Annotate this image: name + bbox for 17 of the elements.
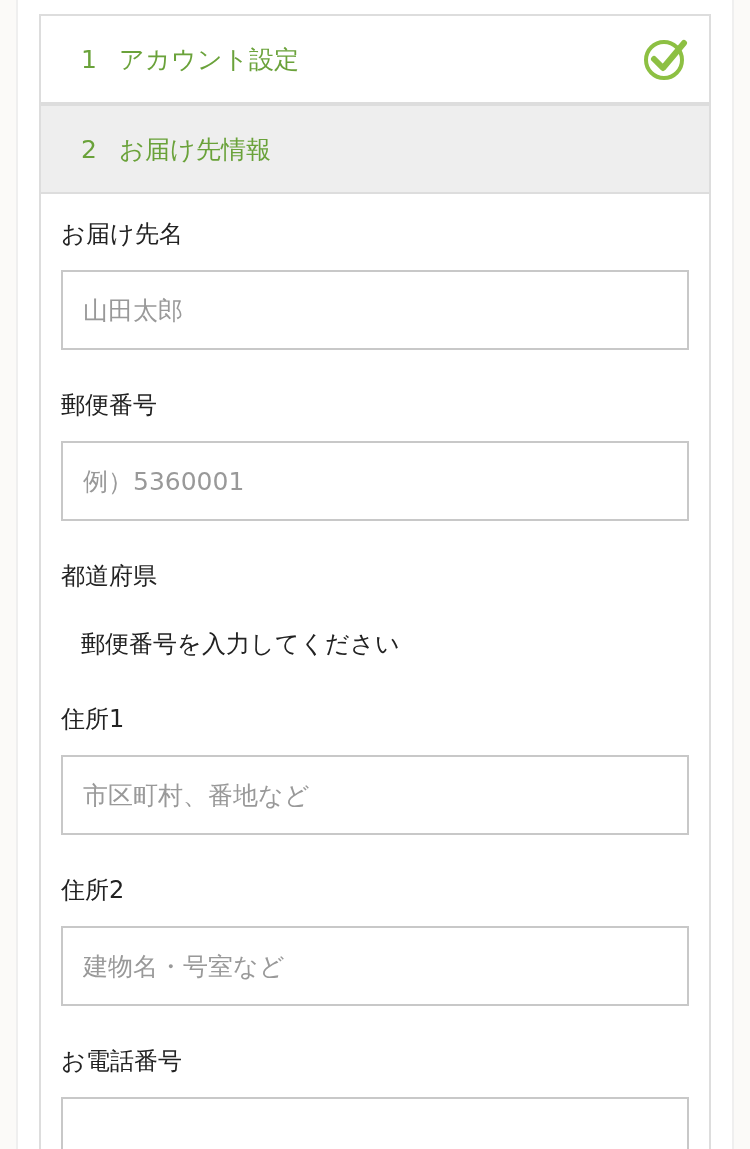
- field-label: お電話番号: [61, 1046, 183, 1077]
- step-number: 1: [81, 44, 98, 74]
- field-value: 郵便番号を入力してください: [80, 629, 401, 660]
- input-field[interactable]: 市区町村、番地など: [61, 755, 689, 835]
- step-title: アカウント設定: [119, 43, 300, 76]
- step-number: 2: [81, 134, 98, 164]
- input-field[interactable]: 建物名・号室など: [61, 926, 689, 1006]
- field-label: 住所1: [61, 704, 126, 735]
- field-label: お届け先名: [61, 219, 184, 250]
- field-label: 住所2: [61, 875, 126, 906]
- check-circle-icon: [643, 37, 689, 81]
- step-title: お届け先情報: [119, 133, 272, 166]
- field-label: 都道府県: [61, 561, 158, 592]
- field-label: 郵便番号: [61, 390, 158, 421]
- input-field[interactable]: 例）5360001: [61, 441, 689, 521]
- step-header[interactable]: 2 お届け先情報: [41, 104, 709, 194]
- input-field[interactable]: 山田太郎: [61, 270, 689, 350]
